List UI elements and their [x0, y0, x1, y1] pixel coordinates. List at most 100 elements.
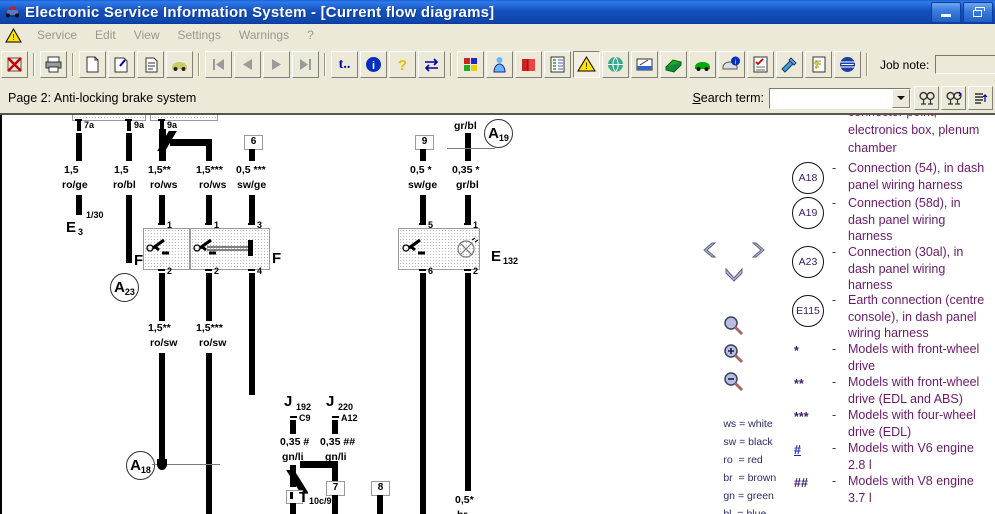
wire-gauge: 1,5**: [148, 322, 171, 334]
wire-segment: [159, 353, 165, 377]
chevron-right-icon[interactable]: [748, 241, 770, 259]
wire-segment: [465, 133, 471, 161]
wire-branch: [206, 139, 212, 161]
terminal-box-7: 7: [326, 481, 345, 496]
previous-page-icon[interactable]: [234, 51, 261, 78]
find-next-icon[interactable]: [941, 86, 966, 110]
pin-number: 9a: [134, 120, 145, 130]
terminal-box-8: 8: [371, 481, 390, 496]
mechanic-icon[interactable]: [486, 51, 513, 78]
new-document-icon[interactable]: [79, 51, 106, 78]
wire-segment: [206, 195, 212, 223]
green-car-icon[interactable]: [689, 51, 716, 78]
wire-segment: [290, 503, 296, 514]
next-page-icon[interactable]: [263, 51, 290, 78]
menu-item-edit[interactable]: Edit: [86, 26, 125, 44]
car-app-icon: [4, 4, 21, 20]
wire-segment: [76, 133, 82, 161]
search-combobox[interactable]: [769, 87, 911, 109]
legend-marker-a18: A18: [792, 162, 824, 194]
legend-text-e115: Earth connection (centre console), in da…: [848, 293, 985, 340]
exit-icon[interactable]: [1, 51, 28, 78]
search-input[interactable]: [770, 89, 892, 107]
chevron-down-icon[interactable]: [723, 265, 745, 283]
wire-segment: [420, 273, 426, 401]
circle-A23-label: A: [114, 279, 125, 296]
checklist-icon[interactable]: [747, 51, 774, 78]
switch-symbol-left: [146, 238, 169, 255]
terminal-box-6: 6: [244, 135, 263, 150]
print-icon[interactable]: [40, 51, 67, 78]
help-document-icon[interactable]: ?: [805, 51, 832, 78]
component-T10c9-label: T: [299, 489, 309, 506]
menu-item-help[interactable]: ?: [298, 26, 323, 44]
pin-cap: [332, 416, 339, 418]
restore-button[interactable]: [963, 1, 993, 23]
magnifier-minus-icon[interactable]: [722, 371, 746, 393]
menu-item-warnings[interactable]: Warnings: [230, 26, 298, 44]
legend-text-a18: Connection (54), in dash panel wiring ha…: [848, 161, 985, 192]
page-title: Page 2: Anti-locking brake system: [8, 91, 197, 105]
toolbar-separator: [324, 53, 326, 76]
info-icon[interactable]: i: [360, 51, 387, 78]
green-book-icon[interactable]: [660, 51, 687, 78]
index-list-icon[interactable]: [968, 86, 993, 110]
menu-item-settings[interactable]: Settings: [169, 26, 230, 44]
svg-text:i: i: [735, 60, 736, 66]
tools-icon[interactable]: [776, 51, 803, 78]
blue-disc-icon[interactable]: [834, 51, 861, 78]
application-window: Electronic Service Information System - …: [0, 0, 995, 514]
legend-marker-label: A19: [798, 207, 818, 219]
window-title-bar: Electronic Service Information System - …: [0, 0, 995, 24]
chevron-left-icon[interactable]: [698, 241, 720, 259]
legend-marker-a19: A19: [792, 197, 824, 229]
wire-segment: [126, 133, 132, 161]
legend-text-v6: Models with V6 engine 2.8 l: [848, 441, 974, 472]
pin-cap: [464, 223, 471, 225]
edit-document-icon[interactable]: [108, 51, 135, 78]
wire-gauge: 1,5: [64, 164, 79, 176]
screen-icon[interactable]: [631, 51, 658, 78]
window-title: Electronic Service Information System - …: [25, 3, 495, 21]
wire-segment: [206, 353, 212, 514]
car-info-icon[interactable]: i: [718, 51, 745, 78]
last-page-icon[interactable]: [292, 51, 319, 78]
legend-text-a19: Connection (58d), in dash panel wiring h…: [848, 196, 961, 243]
wire-colour: sw/ge: [408, 179, 438, 191]
legend-text-4wd-edl: Models with four-wheel drive (EDL): [848, 408, 976, 439]
new-note-icon[interactable]: [137, 51, 164, 78]
wire-colour: ro/sw: [199, 337, 227, 349]
legend-dash: -: [832, 342, 837, 356]
chevron-down-icon[interactable]: [892, 88, 910, 108]
menu-item-service[interactable]: Service: [28, 26, 86, 44]
help-question-icon[interactable]: ?: [389, 51, 416, 78]
wire-gauge-br: 0,5*: [455, 494, 474, 506]
warning-triangle-icon[interactable]: !: [573, 51, 600, 78]
component-E3-label: E: [66, 219, 77, 236]
wire-colour: gn/li: [325, 451, 347, 463]
legend-cut-line-2: electronics box, plenum: [848, 123, 980, 137]
connector-pin: 2: [167, 266, 173, 276]
wire-segment: [420, 401, 426, 514]
grid-colors-icon[interactable]: [457, 51, 484, 78]
wire-colour: ro/ws: [199, 179, 227, 191]
magnifier-icon[interactable]: [722, 315, 746, 337]
job-note-input[interactable]: [935, 55, 995, 74]
list-document-icon[interactable]: [544, 51, 571, 78]
legend-marker-hash: #: [794, 443, 801, 457]
find-icon[interactable]: [914, 86, 939, 110]
first-page-icon[interactable]: [205, 51, 232, 78]
menu-item-view[interactable]: View: [125, 26, 169, 44]
minimize-button[interactable]: [931, 1, 961, 23]
diagram-canvas[interactable]: 7a 1,5 ro/ge 1/30 E 3 9a 1,5 ro/bl F A 23…: [0, 115, 995, 514]
circle-A19-sub: 19: [498, 133, 509, 143]
vehicle-icon[interactable]: [166, 51, 193, 78]
magnifier-plus-icon[interactable]: [722, 343, 746, 365]
red-book-icon[interactable]: [515, 51, 542, 78]
svg-text:?: ?: [813, 60, 820, 72]
globe-icon[interactable]: [602, 51, 629, 78]
legend-text-fwd-edl-abs: Models with front-wheel drive (EDL and A…: [848, 375, 980, 406]
swap-arrows-icon[interactable]: [418, 51, 445, 78]
legend-marker-label: A23: [798, 256, 818, 268]
text-tool-icon[interactable]: t..: [331, 51, 358, 78]
